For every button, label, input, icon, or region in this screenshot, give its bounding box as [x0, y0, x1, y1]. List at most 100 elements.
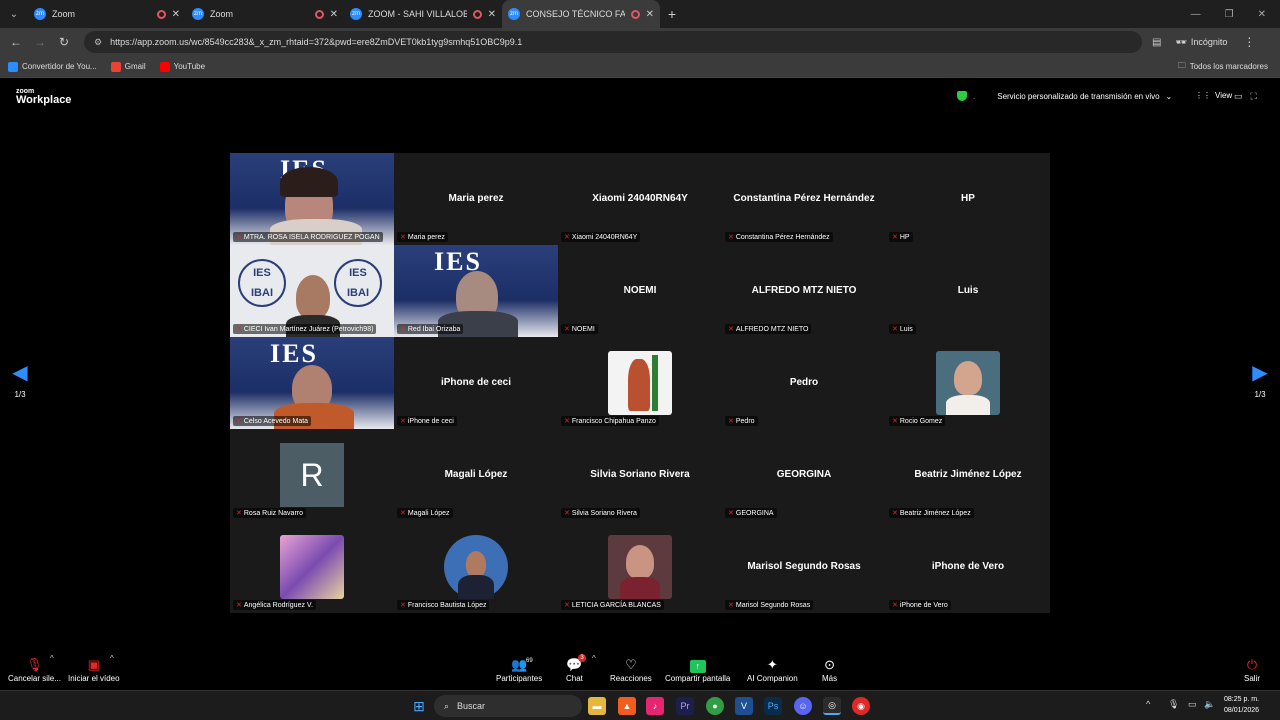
participant-tile[interactable]: ✕ LETICIA GARCÍA BLANCAS	[558, 521, 722, 613]
participant-name: Magali López	[407, 509, 450, 517]
participant-nameplate: ✕ Rosa Ruiz Navarro	[233, 508, 307, 518]
incognito-indicator[interactable]: 🕶 Incógnito	[1175, 37, 1227, 48]
restore-icon[interactable]: ❐	[1225, 9, 1234, 20]
tray-chevron-icon[interactable]: ^	[1146, 699, 1150, 709]
participant-nameplate: ✕ Celso Acevedo Mata	[233, 416, 312, 426]
reactions-button[interactable]: ♡ Reacciones	[610, 656, 652, 683]
participant-tile[interactable]: IES IBAI IES IBAI ✕ CIECI Ivan Martínez Juáre…	[230, 245, 394, 337]
participants-count: 69	[526, 658, 533, 664]
page-nav-left[interactable]: ◀ 1/3	[8, 362, 32, 399]
reload-icon[interactable]: ↻	[52, 35, 76, 49]
all-bookmarks[interactable]: 🗀 Todos los marcadores	[1178, 60, 1268, 74]
participant-tile[interactable]: ✕ Francisco Bautista López	[394, 521, 558, 613]
ai-companion-button[interactable]: ✦ AI Companion	[747, 656, 798, 683]
participant-tile[interactable]: ALFREDO MTZ NIETO ✕ ALFREDO MTZ NIETO	[722, 245, 886, 337]
participant-tile[interactable]: ✕ Francisco Chipahua Panzo	[558, 337, 722, 429]
participant-name: ALFREDO MTZ NIETO	[735, 325, 809, 333]
forward-icon[interactable]: →	[28, 35, 52, 49]
bookmark-item[interactable]: Gmail	[110, 61, 146, 72]
premiere-icon[interactable]: Pr	[676, 697, 694, 715]
participant-tile[interactable]: ✕ Angélica Rodríguez V.	[230, 521, 394, 613]
photoshop-icon[interactable]: Ps	[764, 697, 782, 715]
participants-button[interactable]: 👥 Participantes	[496, 656, 542, 683]
browser-menu-icon[interactable]: ⋮	[1243, 35, 1255, 49]
participant-name: Pedro	[735, 417, 755, 425]
new-tab-button[interactable]: +	[660, 6, 684, 22]
leave-button[interactable]: ⏻ Salir	[1244, 656, 1260, 683]
participant-tile[interactable]: R ✕ Rosa Ruiz Navarro	[230, 429, 394, 521]
bookmark-item[interactable]: YouTube	[159, 61, 205, 72]
browser-tab[interactable]: zm ZOOM - SAHI VILLALOBOS ✕	[344, 0, 502, 28]
chrome-icon[interactable]: ●	[706, 697, 724, 715]
leave-label: Salir	[1244, 674, 1261, 683]
participant-nameplate: ✕ CIECI Ivan Martínez Juárez (Petrovich98…	[233, 324, 377, 334]
vegas-icon[interactable]: V	[735, 697, 753, 715]
prev-page-icon[interactable]: ◀	[8, 362, 32, 384]
browser-tab[interactable]: zm Zoom ✕	[28, 0, 186, 28]
participant-tile[interactable]: IES✕MTRA. ROSA ISELA RODRIGUEZ POGAN	[230, 153, 394, 245]
url-bar[interactable]: ⚙ https://app.zoom.us/wc/8549cc283&_x_zm…	[84, 31, 1142, 53]
minimize-icon[interactable]: —	[1191, 9, 1201, 20]
taskbar-search[interactable]: ⌕ Buscar	[434, 695, 582, 717]
close-tab-icon[interactable]: ✕	[488, 9, 496, 20]
view-button[interactable]: ⋮⋮ View	[1195, 91, 1232, 100]
participant-tile[interactable]: GEORGINA ✕ GEORGINA	[722, 429, 886, 521]
close-tab-icon[interactable]: ✕	[172, 9, 180, 20]
app-red-icon[interactable]: ◉	[852, 697, 870, 715]
url-text: https://app.zoom.us/wc/8549cc283&_x_zm_r…	[110, 37, 523, 47]
participant-tile[interactable]: Beatriz Jiménez López ✕ Beatriz Jiménez Ló…	[886, 429, 1050, 521]
participant-tile[interactable]: Constantina Pérez Hernández ✕ Constantina …	[722, 153, 886, 245]
close-tab-icon[interactable]: ✕	[646, 9, 654, 20]
audio-options-caret[interactable]: ^	[50, 654, 54, 663]
browser-tab[interactable]: zm CONSEJO TÉCNICO FASE IN ✕	[502, 0, 660, 28]
video-options-caret[interactable]: ^	[110, 654, 114, 663]
browser-tab[interactable]: zm Zoom ✕	[186, 0, 344, 28]
taskbar-clock[interactable]: 08:25 p. m. 08/01/2026	[1224, 694, 1259, 716]
participant-tile[interactable]: Luis ✕ Luis	[886, 245, 1050, 337]
close-window-icon[interactable]: ✕	[1258, 9, 1266, 20]
logo-workplace: Workplace	[16, 94, 72, 106]
file-explorer-icon[interactable]: ▬	[588, 697, 606, 715]
next-page-icon[interactable]: ▶	[1248, 362, 1272, 384]
side-panel-icon[interactable]: ▤	[1152, 37, 1161, 48]
participant-tile[interactable]: Pedro ✕ Pedro	[722, 337, 886, 429]
share-screen-button[interactable]: ↑ Compartir pantalla	[665, 656, 730, 683]
site-info-icon[interactable]: ⚙	[94, 37, 102, 48]
chat-options-caret[interactable]: ^	[592, 654, 596, 663]
ai-companion-label: AI Companion	[747, 674, 798, 683]
back-icon[interactable]: ←	[4, 35, 28, 49]
chrome-active-icon[interactable]: ◎	[823, 697, 841, 715]
participant-tile[interactable]: HP ✕ HP	[886, 153, 1050, 245]
bookmark-item[interactable]: Convertidor de You...	[8, 61, 97, 72]
discord-icon[interactable]: ☺	[794, 697, 812, 715]
grid-icon: ⋮⋮	[1195, 91, 1211, 100]
close-tab-icon[interactable]: ✕	[330, 9, 338, 20]
participant-tile[interactable]: Xiaomi 24040RN64Y ✕ Xiaomi 24040RN64Y	[558, 153, 722, 245]
page-nav-right[interactable]: ▶ 1/3	[1248, 362, 1272, 399]
fullscreen-icon[interactable]: ⛶	[1251, 91, 1257, 102]
participant-tile[interactable]: Magali López ✕ Magali López	[394, 429, 558, 521]
tiktok-icon[interactable]: ♪	[646, 697, 664, 715]
brave-icon[interactable]: ▲	[618, 697, 636, 715]
participant-tile[interactable]: Maria perez ✕ Maria perez	[394, 153, 558, 245]
participant-tile[interactable]: NOEMI ✕ NOEMI	[558, 245, 722, 337]
stream-status[interactable]: . Servicio personalizado de transmisión …	[957, 91, 1172, 101]
participant-tile[interactable]: IES ✕ Celso Acevedo Mata	[230, 337, 394, 429]
participant-tile[interactable]: Silvia Soriano Rivera ✕ Silvia Soriano Riv…	[558, 429, 722, 521]
mic-muted-icon: ✕	[892, 234, 898, 241]
participant-tile[interactable]: ✕ Rocio Gomez	[886, 337, 1050, 429]
mic-muted-icon: ✕	[892, 418, 898, 425]
windows-start-icon[interactable]: ⊞	[410, 697, 428, 715]
participant-nameplate: ✕ Beatriz Jiménez López	[889, 508, 974, 518]
tray-network-icon[interactable]: ▭	[1188, 699, 1197, 710]
more-icon: ⊙	[824, 657, 836, 672]
more-button[interactable]: ⊙ Más	[822, 656, 837, 683]
tray-volume-icon[interactable]: 🔈	[1204, 699, 1215, 710]
minimize-meeting-icon[interactable]: ▭	[1234, 91, 1243, 102]
participant-tile[interactable]: IES ✕ Red Ibai Orizaba	[394, 245, 558, 337]
tab-search-icon[interactable]: ⌄	[0, 0, 28, 28]
participant-tile[interactable]: Marisol Segundo Rosas ✕ Marisol Segundo Ro…	[722, 521, 886, 613]
participant-tile[interactable]: iPhone de Vero ✕ iPhone de Vero	[886, 521, 1050, 613]
tray-mic-icon[interactable]: 🎙	[1168, 699, 1179, 710]
participant-tile[interactable]: iPhone de ceci ✕ iPhone de ceci	[394, 337, 558, 429]
